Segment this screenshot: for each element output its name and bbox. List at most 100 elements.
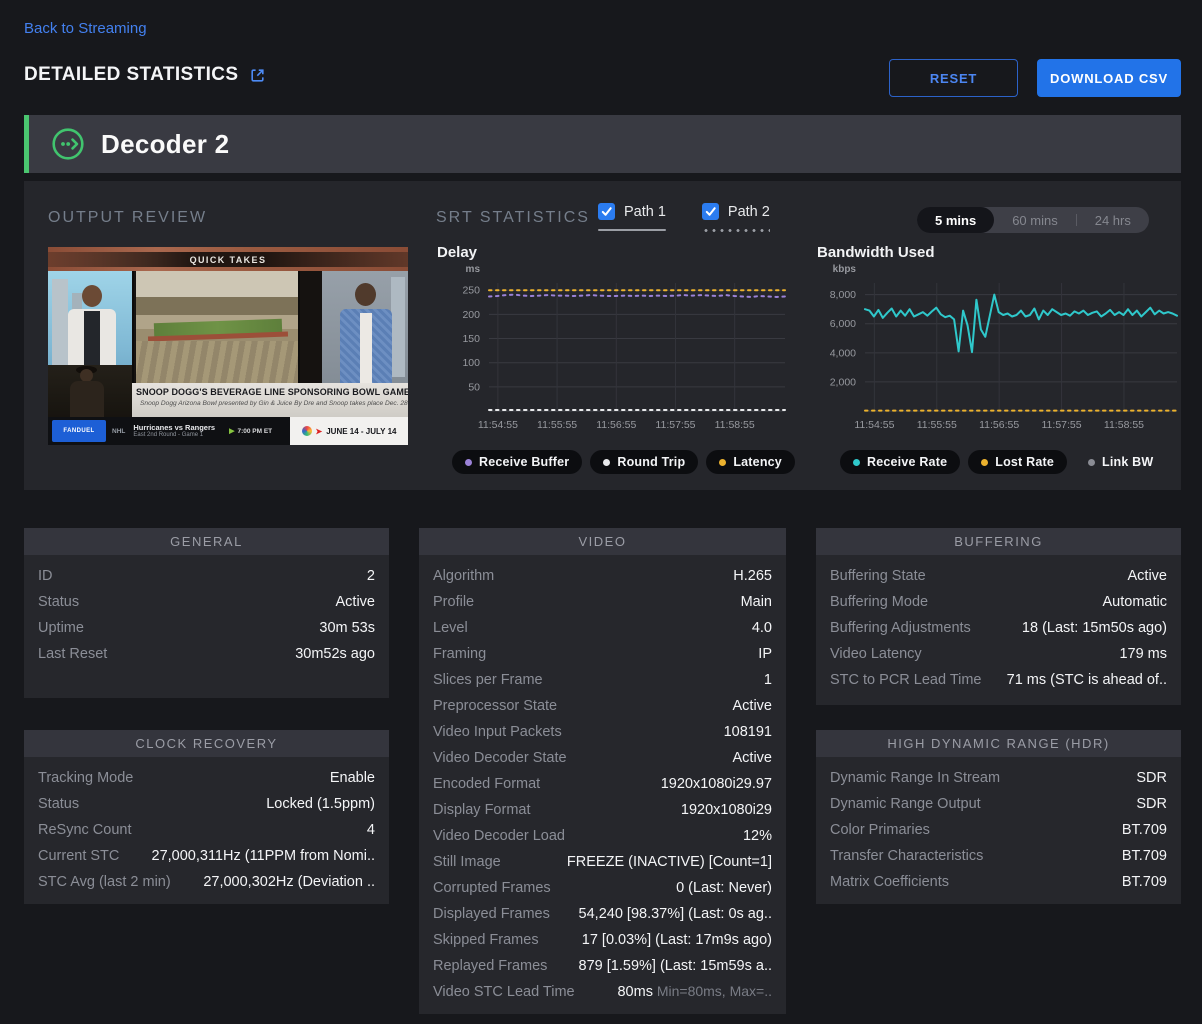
table-row: Dynamic Range OutputSDR bbox=[816, 791, 1181, 817]
legend-label: Round Trip bbox=[617, 455, 685, 469]
legend-dot-icon bbox=[1088, 459, 1095, 466]
stat-label: Framing bbox=[433, 646, 486, 662]
preview-top-banner: QUICK TAKES bbox=[48, 247, 408, 271]
bandwidth-chart-legend: Receive Rate Lost Rate Link BW bbox=[840, 450, 1166, 474]
stat-label: Video STC Lead Time bbox=[433, 984, 575, 1000]
legend-label: Lost Rate bbox=[995, 455, 1054, 469]
clock-recovery-table-title: CLOCK RECOVERY bbox=[24, 730, 389, 757]
svg-text:11:58:55: 11:58:55 bbox=[715, 419, 755, 431]
reset-button[interactable]: RESET bbox=[889, 59, 1018, 97]
svg-text:11:58:55: 11:58:55 bbox=[1104, 419, 1144, 431]
buffering-table-title: BUFFERING bbox=[816, 528, 1181, 555]
table-row: ReSync Count4 bbox=[24, 817, 389, 843]
detailed-statistics-page: Back to Streaming DETAILED STATISTICS RE… bbox=[0, 0, 1202, 1024]
range-option-24-hrs[interactable]: 24 hrs bbox=[1077, 207, 1149, 233]
header-actions: RESET DOWNLOAD CSV bbox=[889, 59, 1181, 97]
legend-round-trip[interactable]: Round Trip bbox=[590, 450, 698, 474]
stat-label: Transfer Characteristics bbox=[830, 848, 983, 864]
svg-text:2,000: 2,000 bbox=[830, 376, 856, 388]
decoder-icon bbox=[51, 127, 85, 161]
svg-text:11:55:55: 11:55:55 bbox=[917, 419, 957, 431]
stat-value: Active bbox=[733, 750, 773, 766]
svg-text:11:55:55: 11:55:55 bbox=[537, 419, 577, 431]
table-row: Last Reset30m52s ago bbox=[24, 641, 389, 667]
buffering-table: BUFFERINGBuffering StateActiveBuffering … bbox=[816, 528, 1181, 705]
page-title: DETAILED STATISTICS bbox=[24, 64, 266, 86]
checkbox-checked-icon[interactable] bbox=[598, 203, 615, 220]
range-option-60-mins[interactable]: 60 mins bbox=[994, 207, 1076, 233]
table-row: Video Input Packets 108191 bbox=[419, 719, 786, 745]
back-to-streaming-link[interactable]: Back to Streaming bbox=[24, 20, 147, 37]
stat-label: STC to PCR Lead Time bbox=[830, 672, 982, 688]
stat-value: FREEZE (INACTIVE) [Count=1] bbox=[567, 854, 772, 870]
table-row: Video Decoder StateActive bbox=[419, 745, 786, 771]
svg-text:50: 50 bbox=[468, 381, 480, 393]
legend-dot-icon bbox=[853, 459, 860, 466]
table-row: Buffering ModeAutomatic bbox=[816, 589, 1181, 615]
svg-text:8,000: 8,000 bbox=[830, 289, 856, 301]
stat-value: H.265 bbox=[733, 568, 772, 584]
general-table: GENERALID2StatusActiveUptime30m 53sLast … bbox=[24, 528, 389, 698]
legend-label: Link BW bbox=[1102, 455, 1153, 469]
table-row: Display Format1920x1080i29 bbox=[419, 797, 786, 823]
ticker-detail: East 2nd Round - Game 1 bbox=[133, 432, 215, 440]
svg-text:100: 100 bbox=[462, 357, 480, 369]
table-row: STC to PCR Lead Time 71 ms (STC is ahead … bbox=[816, 667, 1181, 693]
delay-chart: 2502001501005011:54:5511:55:5511:56:5511… bbox=[437, 261, 790, 433]
svg-text:11:57:55: 11:57:55 bbox=[655, 419, 695, 431]
stat-label: Dynamic Range In Stream bbox=[830, 770, 1000, 786]
general-table-title: GENERAL bbox=[24, 528, 389, 555]
svg-text:200: 200 bbox=[462, 309, 480, 321]
download-csv-button[interactable]: DOWNLOAD CSV bbox=[1037, 59, 1181, 97]
legend-receive-rate[interactable]: Receive Rate bbox=[840, 450, 960, 474]
stat-value: 27,000,311Hz (11PPM from Nomi.. bbox=[152, 848, 376, 864]
table-row: ID2 bbox=[24, 563, 389, 589]
svg-text:11:56:55: 11:56:55 bbox=[596, 419, 636, 431]
legend-link-bw[interactable]: Link BW bbox=[1075, 450, 1166, 474]
legend-latency[interactable]: Latency bbox=[706, 450, 795, 474]
stat-value: 1 bbox=[764, 672, 772, 688]
preview-right-commentator bbox=[322, 271, 408, 383]
stat-label: Video Decoder Load bbox=[433, 828, 565, 844]
path-2-checkbox[interactable]: Path 2 bbox=[702, 203, 770, 232]
svg-text:6,000: 6,000 bbox=[830, 318, 856, 330]
delay-chart-legend: Receive Buffer Round Trip Latency bbox=[452, 450, 795, 474]
output-review-title: OUTPUT REVIEW bbox=[48, 209, 207, 227]
bandwidth-chart-title: Bandwidth Used bbox=[817, 244, 935, 261]
stat-label: Encoded Format bbox=[433, 776, 540, 792]
svg-text:ms: ms bbox=[466, 264, 481, 275]
table-row: Video Decoder Load12% bbox=[419, 823, 786, 849]
video-table-title: VIDEO bbox=[419, 528, 786, 555]
table-row: STC Avg (last 2 min)27,000,302Hz (Deviat… bbox=[24, 869, 389, 895]
play-icon: ▶ bbox=[229, 427, 234, 435]
table-row: Preprocessor StateActive bbox=[419, 693, 786, 719]
table-row: Buffering StateActive bbox=[816, 563, 1181, 589]
table-row: Dynamic Range In StreamSDR bbox=[816, 765, 1181, 791]
range-option-5-mins[interactable]: 5 mins bbox=[917, 207, 994, 233]
stat-value: 17 [0.03%] (Last: 17m9s ago) bbox=[582, 932, 772, 948]
stat-label: Algorithm bbox=[433, 568, 494, 584]
table-row: Buffering Adjustments18 (Last: 15m50s ag… bbox=[816, 615, 1181, 641]
tables-column-left: GENERALID2StatusActiveUptime30m 53sLast … bbox=[24, 528, 389, 904]
legend-receive-buffer[interactable]: Receive Buffer bbox=[452, 450, 582, 474]
legend-lost-rate[interactable]: Lost Rate bbox=[968, 450, 1067, 474]
preview-guest-photo bbox=[48, 365, 132, 417]
tables-column-middle: VIDEOAlgorithmH.265ProfileMainLevel4.0Fr… bbox=[419, 528, 786, 1014]
stat-value: 71 ms (STC is ahead of.. bbox=[1007, 672, 1167, 688]
stat-label: Level bbox=[433, 620, 468, 636]
path-1-checkbox[interactable]: Path 1 bbox=[598, 203, 666, 232]
checkbox-checked-icon[interactable] bbox=[702, 203, 719, 220]
stat-label: Buffering State bbox=[830, 568, 926, 584]
stat-value: 879 [1.59%] (Last: 15m59s a.. bbox=[579, 958, 772, 974]
external-link-icon[interactable] bbox=[249, 67, 266, 84]
stat-value: 4.0 bbox=[752, 620, 772, 636]
legend-dot-icon bbox=[465, 459, 472, 466]
stat-label: Video Input Packets bbox=[433, 724, 562, 740]
ticker-promo-logo bbox=[302, 426, 312, 436]
stat-value-muted: Min=80ms, Max=.. bbox=[653, 983, 772, 999]
ticker-promo-arrow-icon: ➤ bbox=[316, 427, 323, 436]
stat-value: 108191 bbox=[724, 724, 772, 740]
stat-value: Active bbox=[336, 594, 376, 610]
path-line-style-indicator bbox=[702, 229, 770, 232]
stat-label: Still Image bbox=[433, 854, 501, 870]
